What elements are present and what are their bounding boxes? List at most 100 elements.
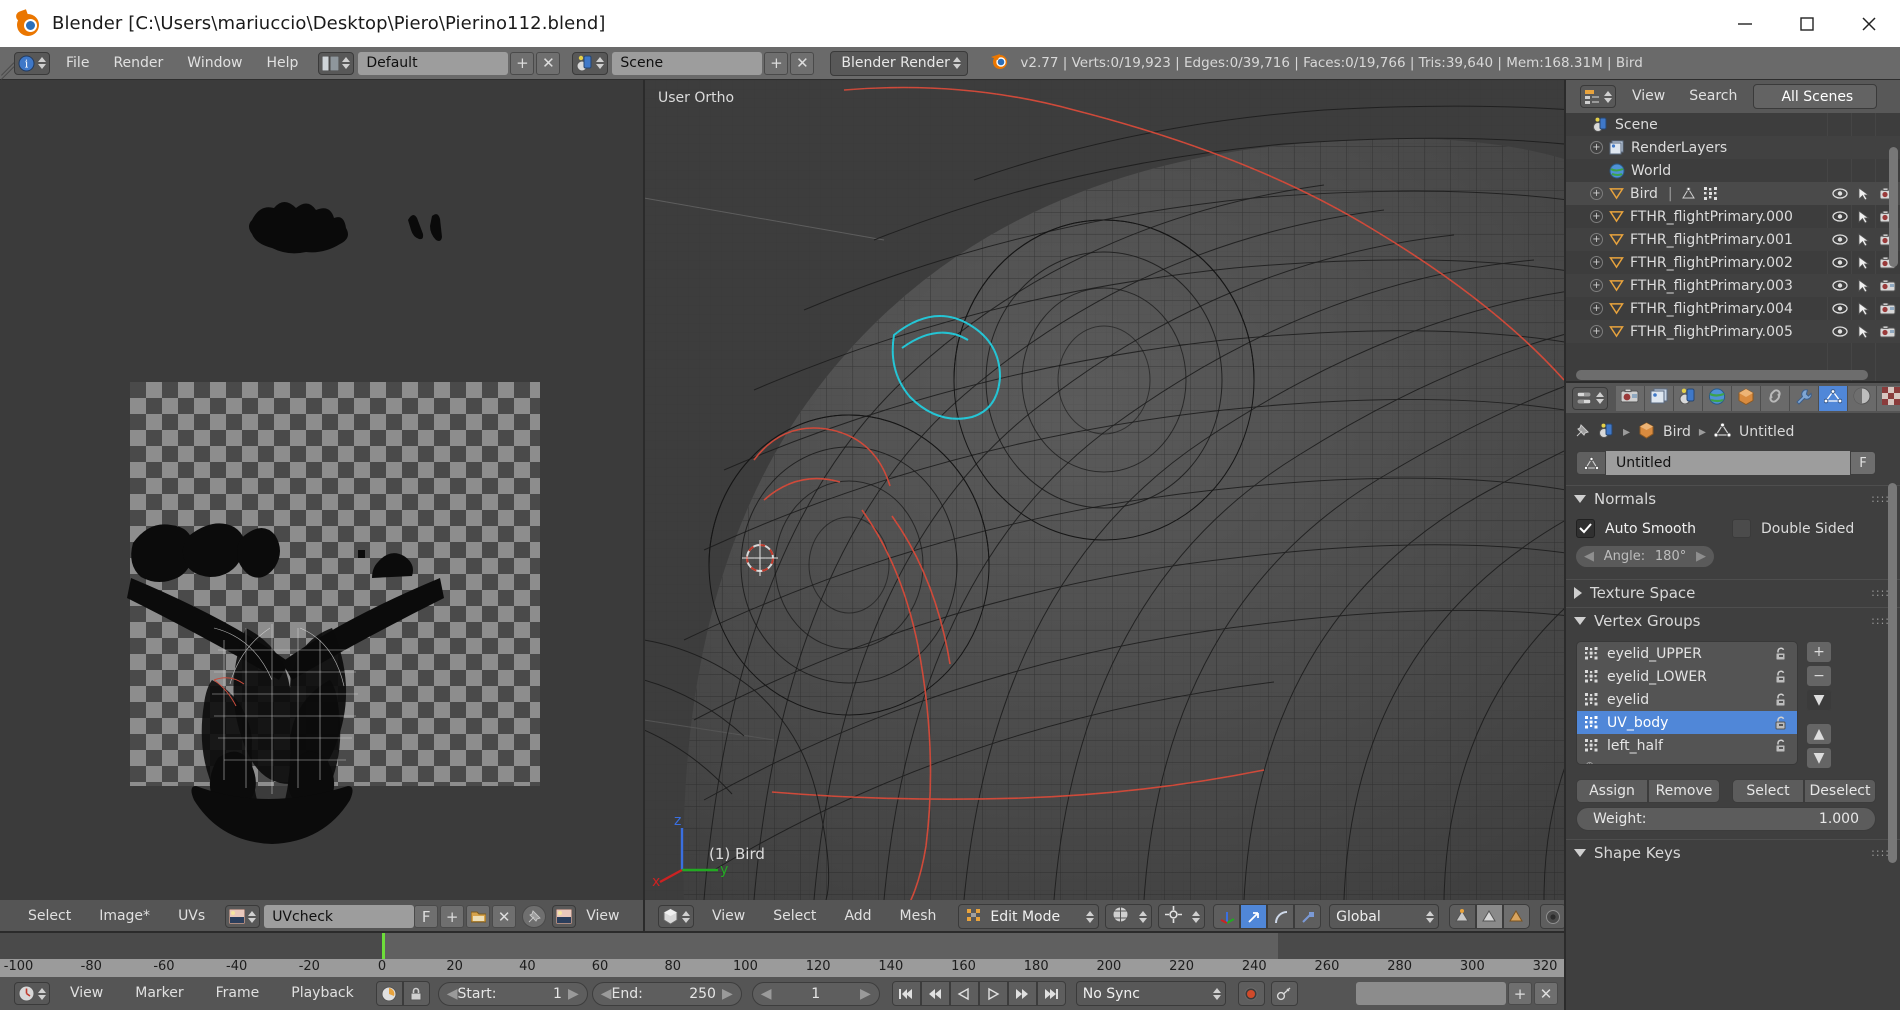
constraints-tab[interactable]	[1761, 385, 1790, 411]
vertex-group-add-button[interactable]: +	[1806, 641, 1832, 663]
start-frame-field[interactable]: ◀ Start: 1 ▶	[437, 981, 588, 1006]
weight-slider[interactable]: Weight: 1.000	[1576, 807, 1876, 831]
timeline-menu-marker[interactable]: Marker	[119, 977, 199, 1010]
mesh-data-icon[interactable]	[1576, 451, 1606, 475]
maximize-button[interactable]	[1776, 0, 1838, 47]
restrict-view-eye-icon[interactable]	[1828, 251, 1852, 274]
folder-open-icon[interactable]	[466, 905, 491, 928]
object-tab[interactable]	[1732, 385, 1761, 411]
timeline-menu-playback[interactable]: Playback	[275, 977, 369, 1010]
expand-toggle-icon[interactable]: +	[1590, 302, 1603, 315]
restrict-select-cursor-icon[interactable]	[1852, 205, 1876, 228]
outliner-row[interactable]: + FTHR_flightPrimary.002	[1566, 251, 1900, 274]
vertex-group-item[interactable]: UV_body	[1577, 711, 1797, 734]
auto-smooth-checkbox[interactable]	[1576, 519, 1595, 538]
outliner-row[interactable]: + RenderLayers	[1566, 136, 1900, 159]
close-button[interactable]	[1838, 0, 1900, 47]
scene-icon[interactable]	[572, 51, 609, 75]
breadcrumb-object-label[interactable]: Bird	[1663, 424, 1691, 440]
editor-type-selector-properties[interactable]	[1572, 386, 1608, 410]
mesh-name-input[interactable]: Untitled	[1606, 451, 1850, 475]
screen-layout-field[interactable]: Default	[358, 51, 509, 75]
outliner-tree[interactable]: Scene + RenderLayers World + Bird | + FTHR_fligh…	[1566, 113, 1900, 383]
restrict-view-eye-icon[interactable]	[1828, 320, 1852, 343]
deselect-button[interactable]: Deselect	[1804, 779, 1876, 803]
lock-icon[interactable]	[1774, 739, 1789, 753]
pin-icon[interactable]	[1574, 422, 1591, 443]
outliner-row[interactable]: + FTHR_flightPrimary.001	[1566, 228, 1900, 251]
vertex-groups-panel-header[interactable]: Vertex Groups ::::	[1566, 607, 1900, 633]
sync-mode-selector[interactable]: No Sync	[1075, 981, 1226, 1006]
restrict-view-eye-icon[interactable]	[1828, 182, 1852, 205]
fake-user-button[interactable]: F	[1850, 451, 1876, 475]
restrict-view-eye-icon[interactable]	[1828, 228, 1852, 251]
view3d-menu-mesh[interactable]: Mesh	[886, 900, 951, 933]
outliner-row[interactable]: + FTHR_flightPrimary.004	[1566, 297, 1900, 320]
view3d-menu-add[interactable]: Add	[830, 900, 885, 933]
play-reverse-icon[interactable]	[949, 981, 979, 1006]
outliner-display-mode[interactable]: All Scenes	[1753, 84, 1878, 109]
pivot-point-selector[interactable]	[1158, 904, 1206, 929]
area-corner-grip[interactable]	[0, 47, 15, 80]
outliner-row[interactable]: + Bird |	[1566, 182, 1900, 205]
outliner-row[interactable]: Scene	[1566, 113, 1900, 136]
normals-panel-header[interactable]: Normals ::::	[1566, 485, 1900, 511]
keying-add-button[interactable]: +	[1508, 982, 1532, 1005]
editor-type-selector-info[interactable]: i	[14, 51, 50, 75]
viewport-shading-selector[interactable]	[1105, 904, 1153, 929]
viewport-canvas[interactable]: User Ortho (1) Bird z y x	[644, 80, 1566, 900]
expand-toggle-icon[interactable]: +	[1590, 187, 1603, 200]
restrict-select-cursor-icon[interactable]	[1852, 274, 1876, 297]
screen-layout-icon[interactable]	[318, 51, 355, 75]
vertex-group-move-up-button[interactable]: ▲	[1806, 723, 1832, 745]
expand-toggle-icon[interactable]: +	[1590, 210, 1603, 223]
timeline-ruler[interactable]: -100 -80 -60 -40 -20 0 20 40 60 80 100 120 140 160 180…	[0, 959, 1566, 977]
expand-toggle-icon[interactable]: +	[1590, 256, 1603, 269]
area-corner-grip[interactable]	[644, 900, 658, 933]
restrict-view-eye-icon[interactable]	[1828, 205, 1852, 228]
current-frame-field[interactable]: ◀ 1 ▶	[751, 981, 880, 1006]
expand-toggle-icon[interactable]: +	[1590, 141, 1603, 154]
vertex-group-specials-button[interactable]: ▼	[1806, 689, 1832, 711]
restrict-select-cursor-icon[interactable]	[1852, 182, 1876, 205]
outliner-horizontal-scrollbar[interactable]	[1576, 370, 1868, 380]
area-splitter-horizontal[interactable]	[0, 931, 1566, 933]
material-tab[interactable]	[1848, 385, 1877, 411]
vertex-group-remove-button[interactable]: −	[1806, 665, 1832, 687]
add-vertex-group-inline-icon[interactable]: ⊕	[1585, 759, 1594, 765]
double-sided-checkbox[interactable]	[1731, 519, 1751, 538]
assign-button[interactable]: Assign	[1576, 779, 1648, 803]
editor-type-selector-view3d[interactable]	[658, 905, 694, 928]
jump-end-icon[interactable]	[1036, 981, 1066, 1006]
restrict-view-eye-icon[interactable]	[1828, 274, 1852, 297]
vertex-group-item[interactable]: left_half	[1577, 734, 1797, 757]
area-splitter-vertical-2[interactable]	[1564, 80, 1566, 1010]
area-splitter-horizontal-2[interactable]	[1566, 381, 1900, 383]
menu-file[interactable]: File	[54, 47, 101, 80]
breadcrumb-data-label[interactable]: Untitled	[1739, 424, 1794, 440]
restrict-select-cursor-icon[interactable]	[1852, 251, 1876, 274]
modifiers-tab[interactable]	[1790, 385, 1819, 411]
render-layers-tab[interactable]	[1645, 385, 1674, 411]
uv-menu-select[interactable]: Select	[14, 900, 85, 933]
mesh-data-icon[interactable]	[1681, 187, 1696, 200]
restrict-render-camera-icon[interactable]	[1876, 320, 1900, 343]
vertex-groups-list[interactable]: eyelid_UPPER eyelid_LOWER eyelid UV_body lef…	[1576, 641, 1798, 765]
image-browse-icon[interactable]	[225, 905, 261, 928]
shape-keys-panel-header[interactable]: Shape Keys ::::	[1566, 839, 1900, 865]
scene-field[interactable]: Scene	[612, 51, 763, 75]
data-tab[interactable]	[1819, 385, 1848, 411]
lock-icon[interactable]	[402, 981, 430, 1006]
editor-type-selector-timeline[interactable]	[14, 982, 50, 1005]
restrict-select-cursor-icon[interactable]	[1852, 228, 1876, 251]
outliner-row[interactable]: + FTHR_flightPrimary.005	[1566, 320, 1900, 343]
properties-scrollbar[interactable]	[1888, 483, 1897, 863]
restrict-select-cursor-icon[interactable]	[1852, 297, 1876, 320]
delete-scene-button[interactable]: ✕	[790, 51, 815, 75]
end-frame-field[interactable]: ◀ End: 250 ▶	[591, 981, 742, 1006]
timeline-menu-frame[interactable]: Frame	[200, 977, 276, 1010]
restrict-select-cursor-icon[interactable]	[1852, 320, 1876, 343]
manipulator-scale-icon[interactable]	[1294, 904, 1322, 929]
record-icon[interactable]	[1237, 981, 1265, 1006]
step-back-icon[interactable]	[920, 981, 950, 1006]
